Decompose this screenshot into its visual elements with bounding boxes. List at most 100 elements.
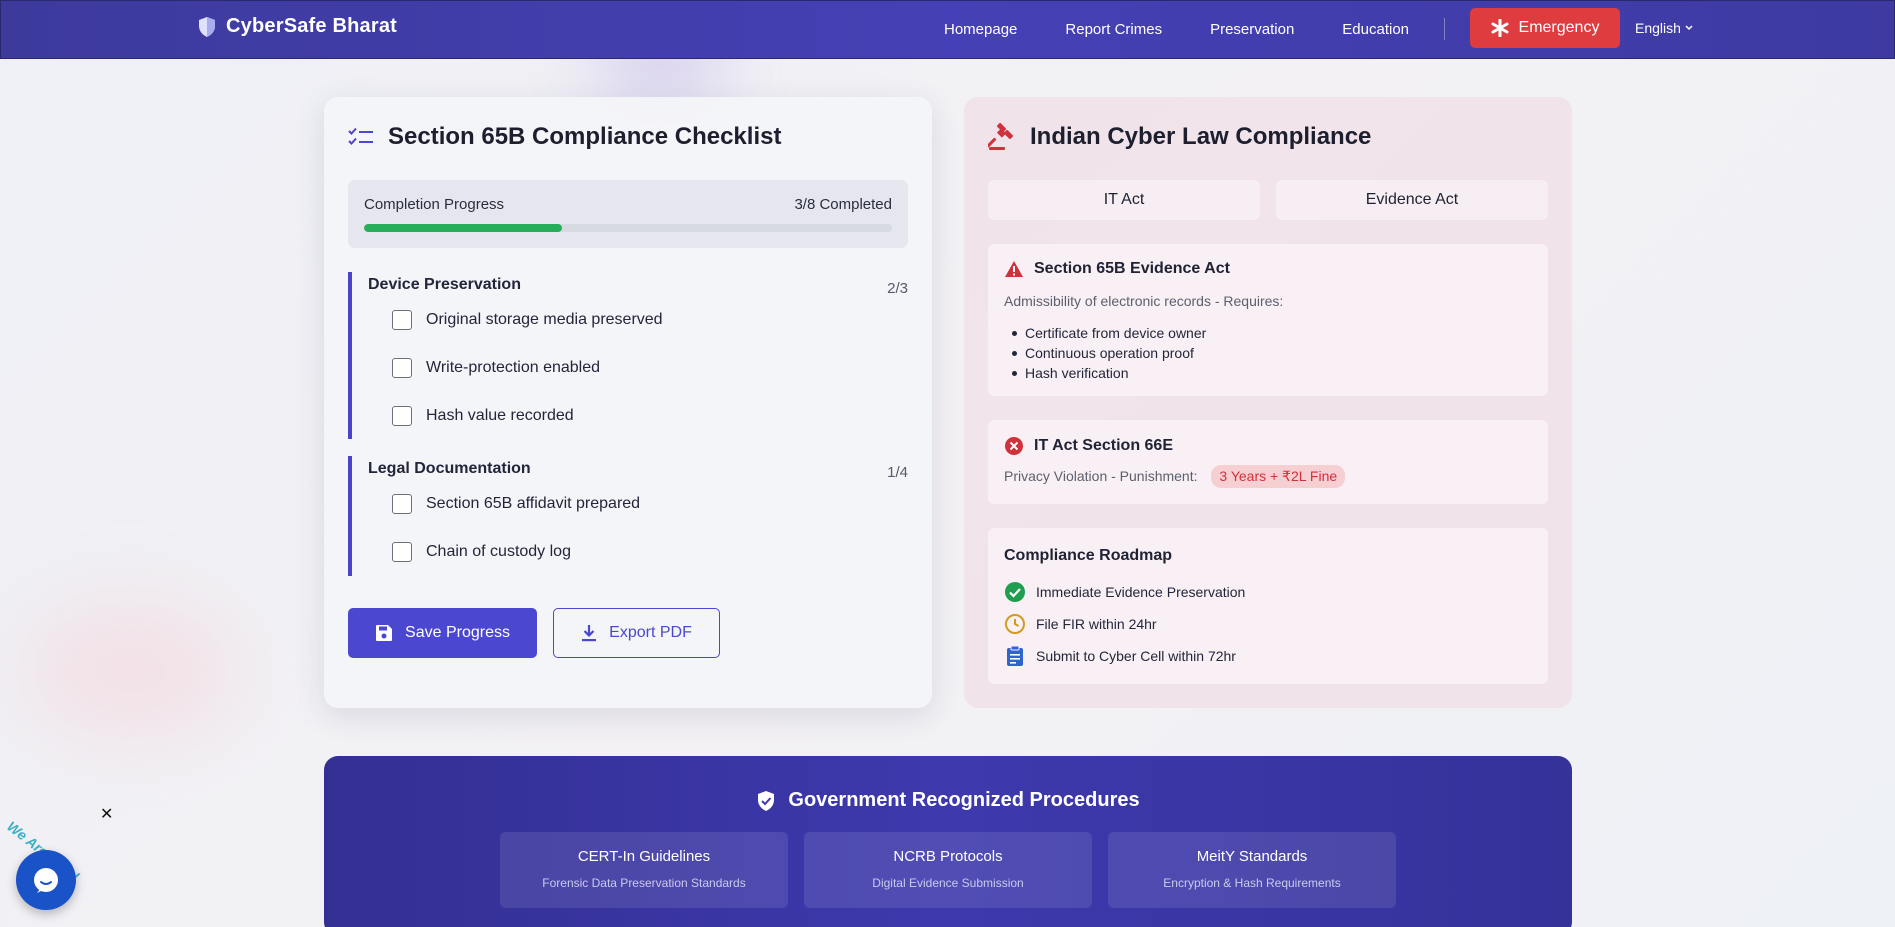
checkbox[interactable] bbox=[392, 542, 412, 562]
clock-icon bbox=[1005, 614, 1025, 634]
nav-divider bbox=[1444, 18, 1445, 40]
chat-launcher-button[interactable] bbox=[16, 850, 76, 910]
checklist-item-label: Original storage media preserved bbox=[426, 311, 663, 328]
compliance-roadmap-panel: Compliance Roadmap Immediate Evidence Pr… bbox=[988, 528, 1548, 684]
checklist-item-label: Section 65B affidavit prepared bbox=[426, 495, 641, 512]
checklist-item[interactable]: Hash value recorded bbox=[392, 406, 574, 426]
shield-logo-icon bbox=[199, 16, 215, 37]
nav-link-preservation[interactable]: Preservation bbox=[1210, 21, 1294, 38]
emergency-label: Emergency bbox=[1518, 19, 1600, 36]
close-icon[interactable]: ✕ bbox=[100, 804, 113, 824]
checklist-icon bbox=[348, 127, 373, 145]
requirements-list: Certificate from device owner Continuous… bbox=[1012, 323, 1206, 383]
checklist-item[interactable]: Section 65B affidavit prepared bbox=[392, 494, 640, 514]
list-item: Certificate from device owner bbox=[1012, 323, 1206, 343]
law-title: Indian Cyber Law Compliance bbox=[988, 123, 1371, 151]
tab-it-act[interactable]: IT Act bbox=[988, 180, 1260, 220]
roadmap-step-label: Immediate Evidence Preservation bbox=[1036, 584, 1246, 600]
shield-check-icon bbox=[758, 790, 775, 811]
checkbox[interactable] bbox=[392, 310, 412, 330]
nav-links: Homepage Report Crimes Preservation Educ… bbox=[944, 1, 1457, 58]
checklist-item-label: Chain of custody log bbox=[426, 543, 571, 560]
save-progress-label: Save Progress bbox=[405, 624, 510, 641]
list-item: Continuous operation proof bbox=[1012, 343, 1206, 363]
checkbox[interactable] bbox=[392, 494, 412, 514]
group-title: Legal Documentation bbox=[368, 460, 531, 477]
gov-title-text: Government Recognized Procedures bbox=[788, 789, 1140, 811]
language-selector[interactable]: English bbox=[1635, 20, 1693, 36]
group-count: 1/4 bbox=[887, 464, 908, 481]
language-label: English bbox=[1635, 20, 1681, 36]
gov-card-title: NCRB Protocols bbox=[893, 848, 1003, 865]
gov-card-subtitle: Forensic Data Preservation Standards bbox=[542, 876, 746, 890]
punishment-label: Privacy Violation - Punishment: bbox=[1004, 468, 1198, 484]
export-pdf-label: Export PDF bbox=[609, 624, 692, 641]
checklist-item-label: Write-protection enabled bbox=[426, 359, 601, 376]
compliance-checklist-card: Section 65B Compliance Checklist Complet… bbox=[324, 97, 932, 708]
save-progress-button[interactable]: Save Progress bbox=[348, 608, 537, 658]
checklist-item[interactable]: Write-protection enabled bbox=[392, 358, 600, 378]
progress-count: 3/8 Completed bbox=[794, 196, 892, 213]
government-procedures-banner: Government Recognized Procedures CERT-In… bbox=[324, 756, 1572, 927]
checklist-item[interactable]: Chain of custody log bbox=[392, 542, 571, 562]
punishment-badge: 3 Years + ₹2L Fine bbox=[1211, 465, 1346, 488]
brand[interactable]: CyberSafe Bharat bbox=[197, 15, 397, 38]
completion-progress: Completion Progress 3/8 Completed bbox=[348, 180, 908, 248]
nav-link-education[interactable]: Education bbox=[1342, 21, 1409, 38]
it-act-66e-panel: IT Act Section 66E Privacy Violation - P… bbox=[988, 420, 1548, 504]
it-act-66e-title-text: IT Act Section 66E bbox=[1034, 437, 1173, 454]
group-count: 2/3 bbox=[887, 280, 908, 297]
background-blur bbox=[20, 600, 240, 740]
checklist-title: Section 65B Compliance Checklist bbox=[348, 123, 781, 151]
check-circle-icon bbox=[1005, 582, 1025, 602]
gov-card-subtitle: Encryption & Hash Requirements bbox=[1163, 876, 1341, 890]
section-65b-title: Section 65B Evidence Act bbox=[1004, 260, 1230, 278]
gov-card-subtitle: Digital Evidence Submission bbox=[872, 876, 1024, 890]
warning-triangle-icon bbox=[1005, 261, 1023, 277]
emergency-button[interactable]: Emergency bbox=[1470, 8, 1620, 48]
clipboard-icon bbox=[1007, 645, 1023, 666]
progress-track bbox=[364, 224, 892, 232]
nav-link-report-crimes[interactable]: Report Crimes bbox=[1065, 21, 1162, 38]
asterisk-icon bbox=[1491, 19, 1509, 37]
nav-link-homepage[interactable]: Homepage bbox=[944, 21, 1017, 38]
roadmap-step-label: File FIR within 24hr bbox=[1036, 616, 1157, 632]
checkbox[interactable] bbox=[392, 358, 412, 378]
section-65b-title-text: Section 65B Evidence Act bbox=[1034, 260, 1230, 277]
checkbox[interactable] bbox=[392, 406, 412, 426]
law-title-text: Indian Cyber Law Compliance bbox=[1030, 123, 1372, 150]
it-act-66e-title: IT Act Section 66E bbox=[1004, 436, 1173, 456]
chat-bubble-icon bbox=[34, 868, 58, 893]
checklist-item-label: Hash value recorded bbox=[426, 407, 574, 424]
brand-name: CyberSafe Bharat bbox=[226, 15, 398, 37]
x-circle-icon bbox=[1005, 437, 1023, 455]
roadmap-step: Immediate Evidence Preservation bbox=[1004, 581, 1245, 603]
list-item: Hash verification bbox=[1012, 363, 1206, 383]
tab-evidence-act[interactable]: Evidence Act bbox=[1276, 180, 1548, 220]
progress-label: Completion Progress bbox=[364, 196, 505, 213]
gov-card-title: MeitY Standards bbox=[1196, 848, 1308, 865]
roadmap-title: Compliance Roadmap bbox=[1004, 547, 1173, 564]
gavel-icon bbox=[988, 123, 1014, 150]
group-title: Device Preservation bbox=[368, 276, 521, 293]
progress-fill bbox=[364, 224, 562, 232]
top-navbar: CyberSafe Bharat Homepage Report Crimes … bbox=[0, 0, 1895, 59]
roadmap-step: Submit to Cyber Cell within 72hr bbox=[1004, 645, 1236, 667]
roadmap-step-label: Submit to Cyber Cell within 72hr bbox=[1036, 648, 1236, 664]
checklist-item[interactable]: Original storage media preserved bbox=[392, 310, 663, 330]
gov-card-meity[interactable]: MeitY Standards Encryption & Hash Requir… bbox=[1108, 832, 1396, 908]
download-icon bbox=[582, 625, 597, 642]
floppy-disk-icon bbox=[376, 625, 393, 641]
export-pdf-button[interactable]: Export PDF bbox=[553, 608, 720, 658]
it-act-66e-subtitle: Privacy Violation - Punishment: 3 Years … bbox=[1004, 465, 1346, 488]
gov-card-title: CERT-In Guidelines bbox=[577, 848, 711, 865]
section-65b-subtitle: Admissibility of electronic records - Re… bbox=[1004, 293, 1284, 309]
gov-title: Government Recognized Procedures bbox=[324, 789, 1572, 812]
checklist-title-text: Section 65B Compliance Checklist bbox=[388, 123, 782, 150]
group-legal-documentation: Legal Documentation 1/4 Section 65B affi… bbox=[348, 456, 908, 576]
group-device-preservation: Device Preservation 2/3 Original storage… bbox=[348, 272, 908, 439]
section-65b-panel: Section 65B Evidence Act Admissibility o… bbox=[988, 244, 1548, 396]
gov-card-cert-in[interactable]: CERT-In Guidelines Forensic Data Preserv… bbox=[500, 832, 788, 908]
roadmap-step: File FIR within 24hr bbox=[1004, 613, 1157, 635]
gov-card-ncrb[interactable]: NCRB Protocols Digital Evidence Submissi… bbox=[804, 832, 1092, 908]
